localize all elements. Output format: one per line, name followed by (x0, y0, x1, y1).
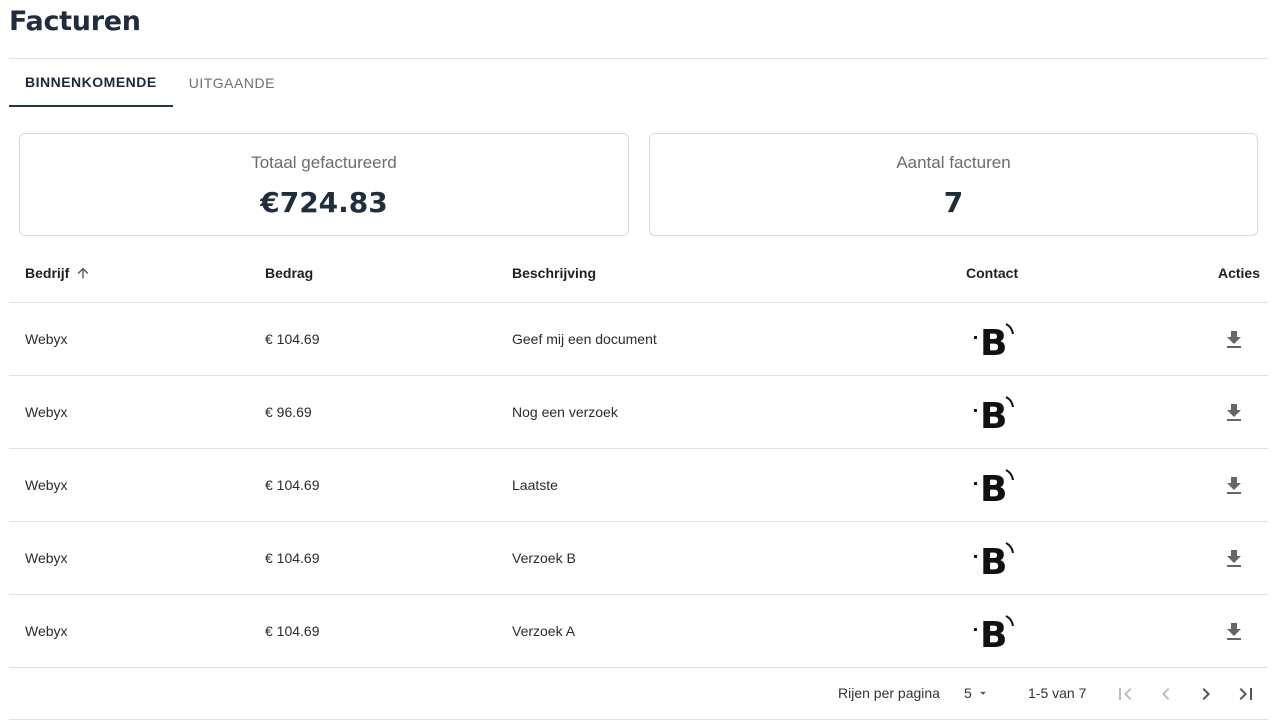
cell-beschrijving: Nog een verzoek (512, 404, 618, 420)
cell-bedrijf: Webyx (25, 477, 68, 493)
cell-beschrijving: Verzoek B (512, 550, 576, 566)
invoice-count-value: 7 (943, 186, 964, 219)
first-page-button[interactable] (1113, 682, 1137, 706)
download-button[interactable] (1222, 547, 1246, 571)
column-header-bedrijf[interactable]: Bedrijf (25, 243, 91, 302)
download-button[interactable] (1222, 620, 1246, 644)
page-title: Facturen (9, 6, 141, 37)
download-button[interactable] (1222, 328, 1246, 352)
table-pagination: Rijen per pagina 5 1-5 van 7 (9, 668, 1268, 720)
first-page-icon (1119, 688, 1132, 700)
cell-bedrijf: Webyx (25, 550, 68, 566)
cell-bedrag: € 104.69 (265, 550, 320, 566)
rows-per-page-label: Rijen per pagina (838, 685, 940, 701)
cell-bedrag: € 104.69 (265, 477, 320, 493)
next-page-button[interactable] (1194, 682, 1218, 706)
invoices-table: Bedrijf Bedrag Beschrijving Contact Acti… (9, 243, 1268, 668)
company-logo-icon: B (973, 391, 1017, 437)
tab-binnenkomende[interactable]: BINNENKOMENDE (9, 59, 173, 107)
download-button[interactable] (1222, 474, 1246, 498)
table-row: Webyx € 96.69 Nog een verzoek B (9, 376, 1268, 449)
last-page-icon (1239, 688, 1252, 700)
cell-bedrag: € 104.69 (265, 623, 320, 639)
cell-beschrijving: Geef mij een document (512, 331, 657, 347)
chevron-right-icon (1202, 688, 1210, 700)
column-header-bedrag[interactable]: Bedrag (265, 243, 313, 302)
column-header-contact: Contact (966, 264, 1019, 281)
invoice-count-label: Aantal facturen (896, 153, 1011, 172)
column-header-beschrijving[interactable]: Beschrijving (512, 243, 596, 302)
column-header-acties: Acties (1217, 264, 1260, 281)
download-icon (1222, 474, 1246, 498)
table-row: Webyx € 104.69 Geef mij een document B (9, 303, 1268, 376)
previous-page-button[interactable] (1154, 682, 1178, 706)
tab-uitgaande[interactable]: UITGAANDE (173, 59, 291, 107)
company-logo-icon: B (973, 464, 1017, 510)
pagination-range-label: 1-5 van 7 (1028, 685, 1087, 701)
rows-per-page-value: 5 (964, 685, 972, 701)
table-header-row: Bedrijf Bedrag Beschrijving Contact Acti… (9, 243, 1268, 303)
invoice-count-card: Aantal facturen 7 (649, 133, 1258, 236)
total-invoiced-value: €724.83 (260, 186, 388, 219)
company-logo-icon: B (973, 318, 1017, 364)
caret-down-icon (979, 691, 986, 695)
chevron-left-icon (1162, 688, 1170, 700)
total-invoiced-card: Totaal gefactureerd €724.83 (19, 133, 629, 236)
cell-bedrag: € 104.69 (265, 331, 320, 347)
svg-text:B: B (980, 323, 1007, 362)
download-icon (1222, 620, 1246, 644)
cell-beschrijving: Laatste (512, 477, 558, 493)
invoice-tabs: BINNENKOMENDE UITGAANDE (9, 59, 291, 107)
cell-bedrijf: Webyx (25, 404, 68, 420)
company-logo-icon: B (973, 610, 1017, 656)
cell-beschrijving: Verzoek A (512, 623, 576, 639)
download-icon (1222, 328, 1246, 352)
svg-text:B: B (980, 615, 1007, 654)
cell-bedrijf: Webyx (25, 623, 68, 639)
table-row: Webyx € 104.69 Verzoek A B (9, 595, 1268, 668)
download-icon (1222, 401, 1246, 425)
company-logo-icon: B (973, 537, 1017, 583)
svg-text:B: B (980, 469, 1007, 508)
table-row: Webyx € 104.69 Verzoek B B (9, 522, 1268, 595)
download-icon (1222, 547, 1246, 571)
table-row: Webyx € 104.69 Laatste B (9, 449, 1268, 522)
table-body: Webyx € 104.69 Geef mij een document B Webyx… (9, 303, 1268, 668)
rows-per-page-select[interactable]: 5 (964, 685, 990, 701)
arrow-up-icon[interactable] (75, 265, 91, 281)
svg-text:B: B (980, 396, 1007, 435)
cell-bedrijf: Webyx (25, 331, 68, 347)
svg-text:B: B (980, 542, 1007, 581)
total-invoiced-label: Totaal gefactureerd (251, 153, 397, 172)
column-header-bedrijf-label: Bedrijf (25, 264, 70, 281)
cell-bedrag: € 96.69 (265, 404, 312, 420)
last-page-button[interactable] (1234, 682, 1258, 706)
download-button[interactable] (1222, 401, 1246, 425)
